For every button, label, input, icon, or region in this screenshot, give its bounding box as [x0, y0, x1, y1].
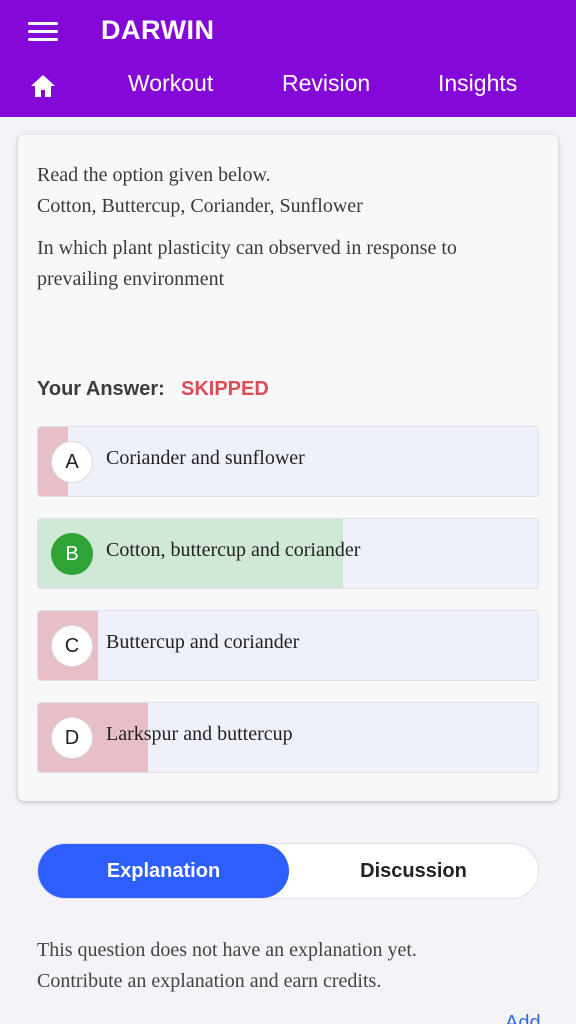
option-d-text: Larkspur and buttercup [106, 723, 293, 745]
option-a-text: Coriander and sunflower [106, 447, 305, 469]
explanation-empty-message: This question does not have an explanati… [37, 939, 417, 961]
nav-workout[interactable]: Workout [128, 70, 213, 97]
question-instruction: Read the option given below. [37, 164, 271, 186]
option-c-text: Buttercup and coriander [106, 631, 300, 653]
option-c-letter: C [51, 625, 93, 667]
option-a[interactable]: A Coriander and sunflower [37, 426, 539, 497]
option-c[interactable]: C Buttercup and coriander [37, 610, 539, 681]
home-icon[interactable] [30, 74, 56, 98]
hamburger-menu-icon[interactable] [28, 22, 58, 42]
your-answer-label: Your Answer: [37, 378, 165, 400]
tab-explanation[interactable]: Explanation [38, 844, 289, 898]
explanation-discussion-tabs: Explanation Discussion [37, 843, 539, 899]
tab-discussion[interactable]: Discussion [288, 844, 539, 898]
option-d-letter: D [51, 717, 93, 759]
option-a-letter: A [51, 441, 93, 483]
answer-status: SKIPPED [181, 378, 269, 400]
nav-revision[interactable]: Revision [282, 70, 370, 97]
question-card: Read the option given below. Cotton, But… [18, 135, 558, 801]
add-explanation-link[interactable]: Add [505, 1012, 541, 1024]
option-b[interactable]: B Cotton, buttercup and coriander [37, 518, 539, 589]
nav-insights[interactable]: Insights [438, 70, 517, 97]
app-header: DARWIN Workout Revision Insights [0, 0, 576, 117]
question-prompt: In which plant plasticity can observed i… [37, 237, 457, 290]
option-d[interactable]: D Larkspur and buttercup [37, 702, 539, 773]
app-title: DARWIN [101, 15, 215, 45]
option-b-letter: B [51, 533, 93, 575]
question-items: Cotton, Buttercup, Coriander, Sunflower [37, 195, 363, 217]
explanation-contribute-message: Contribute an explanation and earn credi… [37, 970, 382, 992]
option-b-text: Cotton, buttercup and coriander [106, 539, 361, 561]
